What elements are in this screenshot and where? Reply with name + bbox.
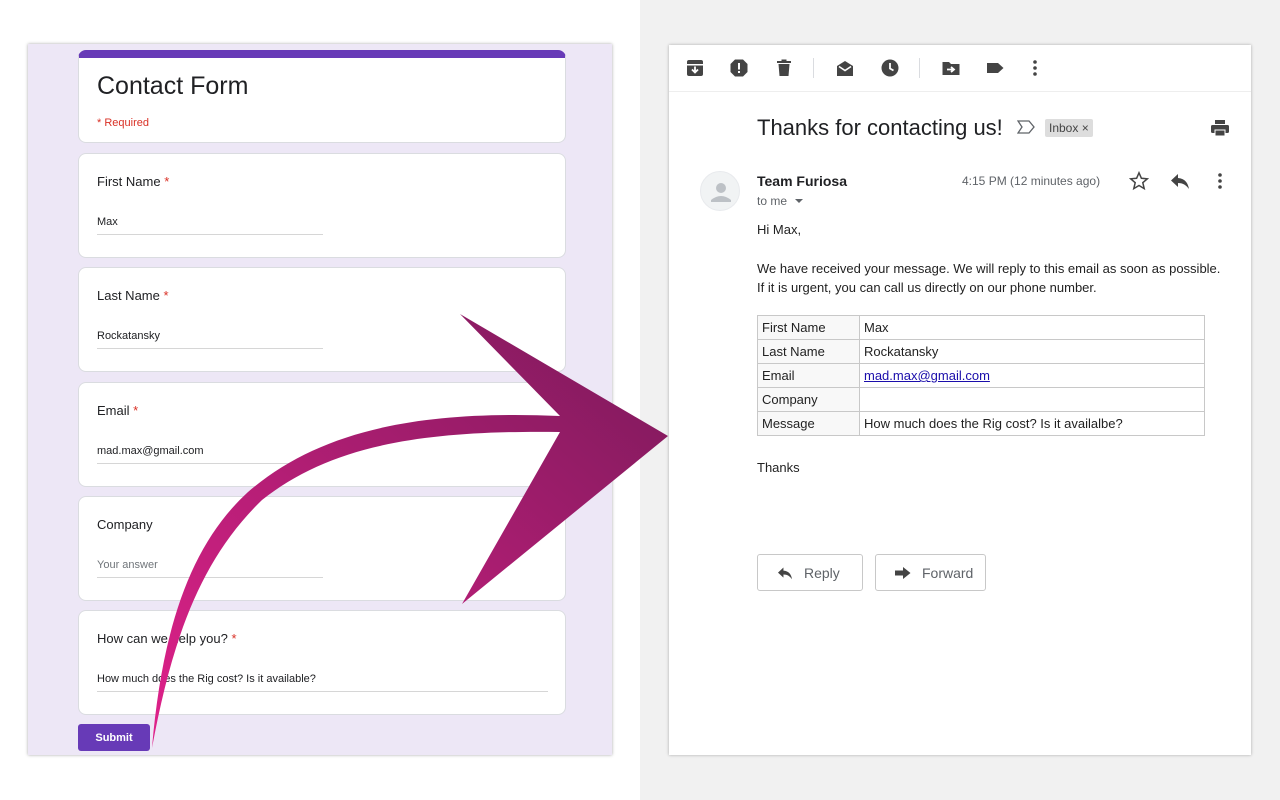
forward-icon (895, 567, 911, 579)
snooze-icon[interactable] (880, 58, 900, 78)
forward-button[interactable]: Forward (875, 554, 986, 591)
table-key: Email (757, 363, 860, 388)
star-icon[interactable] (1129, 171, 1149, 191)
question-card-email: Email * mad.max@gmail.com (78, 382, 566, 487)
table-key: Message (757, 411, 860, 436)
form-header-card: Contact Form * Required (78, 50, 566, 143)
google-form-window: Contact Form * Required First Name * Max… (28, 44, 612, 755)
question-label: First Name * (97, 174, 170, 189)
report-spam-icon[interactable] (729, 58, 749, 78)
recipient-label: to me (757, 194, 788, 208)
email-body-line: We have received your message. We will r… (757, 261, 1221, 276)
delete-icon[interactable] (774, 58, 794, 78)
table-row: Company (757, 387, 1205, 412)
table-value: How much does the Rig cost? Is it availa… (859, 411, 1205, 436)
question-label: How can we help you? * (97, 631, 237, 646)
email-input[interactable]: mad.max@gmail.com (97, 445, 323, 464)
question-label: Email * (97, 403, 139, 418)
email-timestamp: 4:15 PM (12 minutes ago) (962, 174, 1101, 188)
reply-button[interactable]: Reply (757, 554, 863, 591)
print-icon[interactable] (1210, 118, 1230, 138)
inbox-label-chip[interactable]: Inbox × (1045, 119, 1093, 137)
email-link[interactable]: mad.max@gmail.com (864, 368, 990, 383)
more-vert-icon[interactable] (1214, 171, 1226, 191)
table-row: Last Name Rockatansky (757, 339, 1205, 364)
table-row: Email mad.max@gmail.com (757, 363, 1205, 388)
submit-button[interactable]: Submit (78, 724, 150, 751)
submission-table: First Name Max Last Name Rockatansky Ema… (757, 315, 1205, 436)
label-icon[interactable] (985, 58, 1005, 78)
table-row: First Name Max (757, 315, 1205, 340)
table-key: Last Name (757, 339, 860, 364)
question-card-first-name: First Name * Max (78, 153, 566, 258)
reply-icon (778, 567, 792, 580)
email-signoff: Thanks (757, 460, 800, 475)
email-toolbar (669, 45, 1251, 92)
required-note: * Required (97, 117, 149, 129)
reply-button-label: Reply (804, 565, 840, 581)
last-name-input[interactable]: Rockatansky (97, 330, 323, 349)
form-title: Contact Form (97, 72, 249, 100)
first-name-input[interactable]: Max (97, 216, 323, 235)
sender-name[interactable]: Team Furiosa (757, 173, 847, 189)
question-card-message: How can we help you? * How much does the… (78, 610, 566, 715)
table-value: Rockatansky (859, 339, 1205, 364)
table-key: Company (757, 387, 860, 412)
question-card-last-name: Last Name * Rockatansky (78, 267, 566, 372)
label-chip-text: Inbox (1049, 121, 1079, 135)
email-greeting: Hi Max, (757, 222, 802, 237)
mark-unread-icon[interactable] (835, 58, 855, 78)
company-input[interactable]: Your answer (97, 559, 323, 578)
table-value: Max (859, 315, 1205, 340)
table-value (859, 387, 1205, 412)
email-subject: Thanks for contacting us! (757, 115, 1003, 140)
remove-label-icon[interactable]: × (1082, 121, 1089, 135)
person-icon (711, 183, 731, 202)
email-body-line: If it is urgent, you can call us directl… (757, 280, 1097, 295)
table-row: Message How much does the Rig cost? Is i… (757, 411, 1205, 436)
sender-avatar (700, 171, 740, 211)
table-value: mad.max@gmail.com (859, 363, 1205, 388)
table-key: First Name (757, 315, 860, 340)
question-label: Last Name * (97, 288, 169, 303)
question-label: Company (97, 517, 153, 532)
more-vert-icon[interactable] (1030, 58, 1040, 78)
message-input[interactable]: How much does the Rig cost? Is it availa… (97, 673, 548, 692)
forward-button-label: Forward (922, 565, 974, 581)
reply-icon[interactable] (1170, 172, 1190, 190)
question-card-company: Company Your answer (78, 496, 566, 601)
importance-marker-icon[interactable] (1017, 120, 1035, 134)
archive-icon[interactable] (685, 58, 705, 78)
move-to-icon[interactable] (941, 58, 961, 78)
chevron-down-icon[interactable] (794, 198, 804, 204)
toolbar-divider (813, 58, 814, 78)
toolbar-divider (919, 58, 920, 78)
email-window: Thanks for contacting us! Inbox × Team F… (669, 45, 1251, 755)
